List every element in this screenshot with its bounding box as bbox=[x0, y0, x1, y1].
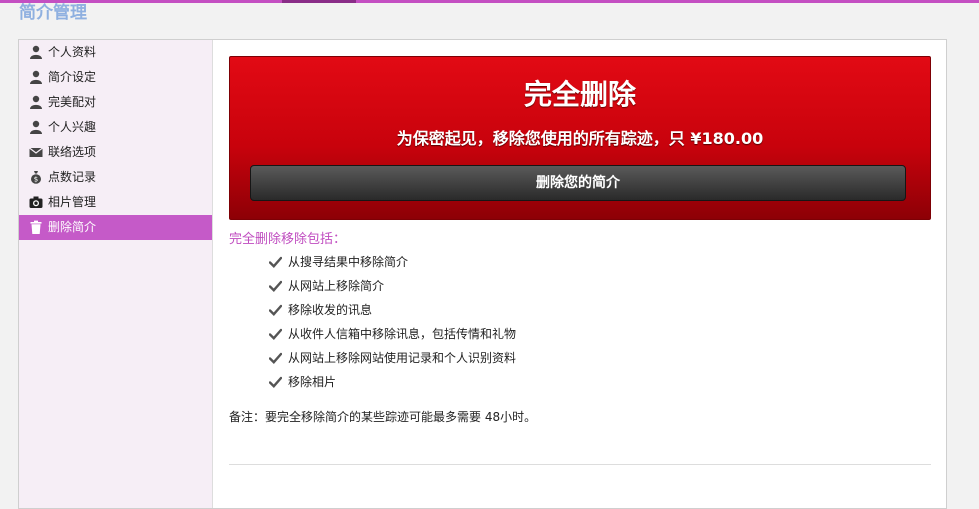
banner-subtitle: 为保密起见，移除您使用的所有踪迹，只 ¥180.00 bbox=[396, 129, 764, 148]
list-item-text: 从网站上移除简介 bbox=[288, 279, 385, 293]
sidebar-item-label: 简介设定 bbox=[48, 70, 97, 84]
sidebar-item-profile[interactable]: 个人资料 bbox=[19, 40, 212, 65]
check-icon bbox=[269, 328, 282, 340]
list-item-text: 从网站上移除网站使用记录和个人识别资料 bbox=[288, 351, 517, 365]
sidebar-item-label: 完美配对 bbox=[48, 95, 97, 109]
svg-text:$: $ bbox=[34, 176, 38, 184]
camera-icon bbox=[29, 196, 43, 208]
list-item-text: 移除相片 bbox=[288, 375, 337, 389]
envelope-icon bbox=[29, 147, 43, 157]
trash-icon bbox=[30, 220, 42, 234]
sidebar-item-photo-manager[interactable]: 相片管理 bbox=[19, 190, 212, 215]
check-icon bbox=[269, 352, 282, 364]
includes-title: 完全删除移除包括： bbox=[229, 232, 347, 247]
sidebar-item-label: 点数记录 bbox=[48, 170, 97, 184]
list-item-text: 从收件人信箱中移除讯息，包括传情和礼物 bbox=[288, 327, 517, 341]
sidebar-item-label: 联络选项 bbox=[48, 145, 97, 159]
check-icon bbox=[269, 376, 282, 388]
list-item-text: 从搜寻结果中移除简介 bbox=[288, 255, 409, 269]
top-accent-line-active bbox=[282, 0, 356, 3]
money-bag-icon: $ bbox=[31, 171, 41, 184]
check-icon bbox=[269, 256, 282, 268]
check-icon bbox=[269, 280, 282, 292]
sidebar-item-interests[interactable]: 个人兴趣 bbox=[19, 115, 212, 140]
sidebar-item-delete-profile[interactable]: 删除简介 bbox=[19, 215, 212, 240]
sidebar-item-label: 相片管理 bbox=[48, 195, 97, 209]
sidebar-item-profile-settings[interactable]: 简介设定 bbox=[19, 65, 212, 90]
banner-title: 完全删除 bbox=[523, 78, 636, 111]
note-text: 备注：要完全移除简介的某些踪迹可能最多需要 48小时。 bbox=[229, 410, 537, 424]
user-icon bbox=[30, 120, 42, 134]
main-content: 完全删除 为保密起见，移除您使用的所有踪迹，只 ¥180.00 删除您的简介 完… bbox=[229, 40, 939, 508]
sidebar-item-perfect-match[interactable]: 完美配对 bbox=[19, 90, 212, 115]
sidebar-item-contact-options[interactable]: 联络选项 bbox=[19, 140, 212, 165]
sidebar-item-points-history[interactable]: $ 点数记录 bbox=[19, 165, 212, 190]
user-icon bbox=[30, 95, 42, 109]
sidebar-item-label: 个人资料 bbox=[48, 45, 97, 59]
top-accent-line bbox=[0, 0, 979, 3]
page-title: 简介管理 bbox=[19, 3, 87, 23]
sidebar: 个人资料 简介设定 完美配对 个人兴趣 联络选项 $ 点数记录 相片管理 删除简… bbox=[19, 40, 213, 508]
sidebar-item-label: 个人兴趣 bbox=[48, 120, 97, 134]
content-panel: 个人资料 简介设定 完美配对 个人兴趣 联络选项 $ 点数记录 相片管理 删除简… bbox=[18, 39, 947, 509]
divider bbox=[229, 464, 931, 465]
sidebar-item-label: 删除简介 bbox=[48, 220, 97, 234]
check-icon bbox=[269, 304, 282, 316]
delete-banner: 完全删除 为保密起见，移除您使用的所有踪迹，只 ¥180.00 删除您的简介 bbox=[229, 56, 931, 220]
list-item-text: 移除收发的讯息 bbox=[288, 303, 373, 317]
delete-profile-button[interactable]: 删除您的简介 bbox=[250, 165, 906, 201]
user-icon bbox=[30, 45, 42, 59]
user-icon bbox=[30, 70, 42, 84]
